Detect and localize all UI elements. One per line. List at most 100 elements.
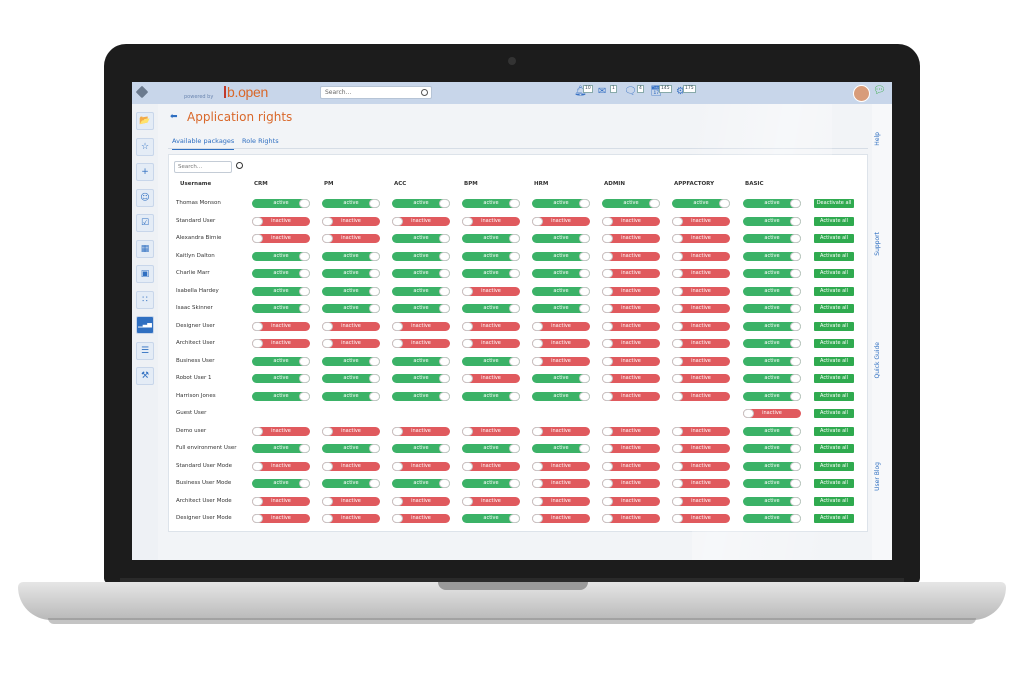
toggle-knob[interactable] — [369, 444, 380, 453]
toggle-knob[interactable] — [462, 286, 473, 296]
toggle-knob[interactable] — [790, 479, 801, 488]
toggle-knob[interactable] — [532, 321, 543, 331]
toggle-knob[interactable] — [299, 304, 310, 313]
toggle-knob[interactable] — [532, 339, 543, 348]
toggle-appfactory[interactable]: inactive — [672, 479, 730, 488]
toggle-crm[interactable]: active — [252, 479, 310, 488]
toggle-appfactory[interactable]: active — [672, 199, 730, 208]
toggle-knob[interactable] — [439, 251, 450, 261]
toggle-acc[interactable]: active — [392, 251, 450, 261]
toggle-knob[interactable] — [322, 339, 333, 348]
toggle-knob[interactable] — [672, 251, 683, 261]
toggle-knob[interactable] — [532, 479, 543, 488]
toggle-acc[interactable]: active — [392, 304, 450, 313]
toggle-knob[interactable] — [532, 426, 543, 436]
toggle-knob[interactable] — [509, 304, 520, 313]
activate-all-button[interactable]: Activate all — [814, 479, 854, 488]
activate-all-button[interactable]: Activate all — [814, 461, 854, 471]
toggle-knob[interactable] — [439, 234, 450, 243]
toggle-knob[interactable] — [392, 339, 403, 348]
toggle-acc[interactable]: inactive — [392, 321, 450, 331]
toggle-appfactory[interactable]: inactive — [672, 269, 730, 278]
toggle-appfactory[interactable]: inactive — [672, 426, 730, 436]
toggle-pm[interactable]: active — [322, 444, 380, 453]
toggle-hrm[interactable]: inactive — [532, 461, 590, 471]
toggle-basic[interactable]: active — [743, 461, 801, 471]
toggle-knob[interactable] — [790, 444, 801, 453]
toggle-knob[interactable] — [602, 234, 613, 243]
toggle-knob[interactable] — [579, 391, 590, 401]
toggle-knob[interactable] — [462, 339, 473, 348]
toggle-knob[interactable] — [790, 251, 801, 261]
sidebar-star-icon[interactable]: ☆ — [136, 137, 154, 156]
toggle-hrm[interactable]: inactive — [532, 216, 590, 226]
toggle-admin[interactable]: inactive — [602, 286, 660, 296]
toggle-knob[interactable] — [509, 356, 520, 366]
search-icon[interactable] — [421, 89, 428, 96]
toggle-appfactory[interactable]: inactive — [672, 356, 730, 366]
toggle-crm[interactable]: active — [252, 251, 310, 261]
toggle-bpm[interactable]: active — [462, 251, 520, 261]
toggle-knob[interactable] — [299, 356, 310, 366]
toggle-crm[interactable]: inactive — [252, 426, 310, 436]
toggle-knob[interactable] — [672, 339, 683, 348]
toggle-basic[interactable]: active — [743, 199, 801, 208]
toggle-appfactory[interactable]: inactive — [672, 216, 730, 226]
toggle-knob[interactable] — [602, 444, 613, 453]
toggle-knob[interactable] — [602, 286, 613, 296]
toggle-knob[interactable] — [322, 321, 333, 331]
toggle-knob[interactable] — [790, 199, 801, 208]
activate-all-button[interactable]: Activate all — [814, 496, 854, 506]
toggle-knob[interactable] — [322, 216, 333, 226]
toggle-basic[interactable]: active — [743, 216, 801, 226]
toggle-knob[interactable] — [299, 374, 310, 383]
toggle-knob[interactable] — [672, 461, 683, 471]
avatar[interactable] — [853, 85, 870, 102]
toggle-admin[interactable]: inactive — [602, 251, 660, 261]
toggle-basic[interactable]: active — [743, 339, 801, 348]
toggle-knob[interactable] — [509, 269, 520, 278]
toggle-basic[interactable]: active — [743, 374, 801, 383]
toggle-bpm[interactable]: active — [462, 444, 520, 453]
toggle-acc[interactable]: active — [392, 374, 450, 383]
messenger-icon[interactable]: 💬︎ — [873, 85, 886, 96]
toggle-hrm[interactable]: active — [532, 269, 590, 278]
toggle-appfactory[interactable]: inactive — [672, 251, 730, 261]
activate-all-button[interactable]: Activate all — [814, 374, 854, 383]
activate-all-button[interactable]: Activate all — [814, 514, 854, 523]
toggle-knob[interactable] — [462, 426, 473, 436]
toggle-bpm[interactable]: inactive — [462, 426, 520, 436]
toggle-pm[interactable]: inactive — [322, 321, 380, 331]
toggle-basic[interactable]: active — [743, 514, 801, 523]
toggle-hrm[interactable]: active — [532, 286, 590, 296]
toggle-knob[interactable] — [439, 199, 450, 208]
sidebar-chart-icon[interactable]: ▁▃▅ — [136, 316, 154, 334]
tab-role-rights[interactable]: Role Rights — [242, 137, 279, 145]
toggle-knob[interactable] — [322, 514, 333, 523]
toggle-admin[interactable]: inactive — [602, 304, 660, 313]
toggle-knob[interactable] — [790, 496, 801, 506]
toggle-crm[interactable]: inactive — [252, 514, 310, 523]
toggle-appfactory[interactable]: inactive — [672, 391, 730, 401]
toggle-knob[interactable] — [439, 374, 450, 383]
toggle-knob[interactable] — [369, 199, 380, 208]
toggle-knob[interactable] — [672, 286, 683, 296]
toggle-acc[interactable]: inactive — [392, 426, 450, 436]
activate-all-button[interactable]: Activate all — [814, 426, 854, 436]
toggle-knob[interactable] — [532, 216, 543, 226]
global-search-input[interactable]: Search... — [320, 86, 432, 99]
quick-guide-tab[interactable]: Quick Guide — [874, 342, 881, 379]
toggle-knob[interactable] — [299, 199, 310, 208]
toggle-acc[interactable]: active — [392, 286, 450, 296]
toggle-admin[interactable]: inactive — [602, 374, 660, 383]
toggle-pm[interactable]: active — [322, 286, 380, 296]
toggle-pm[interactable]: inactive — [322, 514, 380, 523]
toggle-acc[interactable]: active — [392, 479, 450, 488]
toggle-knob[interactable] — [672, 234, 683, 243]
back-arrow-icon[interactable]: ⬅ — [170, 112, 178, 122]
toggle-admin[interactable]: inactive — [602, 444, 660, 453]
toggle-bpm[interactable]: active — [462, 514, 520, 523]
toggle-knob[interactable] — [369, 391, 380, 401]
toggle-acc[interactable]: active — [392, 391, 450, 401]
toggle-knob[interactable] — [369, 374, 380, 383]
